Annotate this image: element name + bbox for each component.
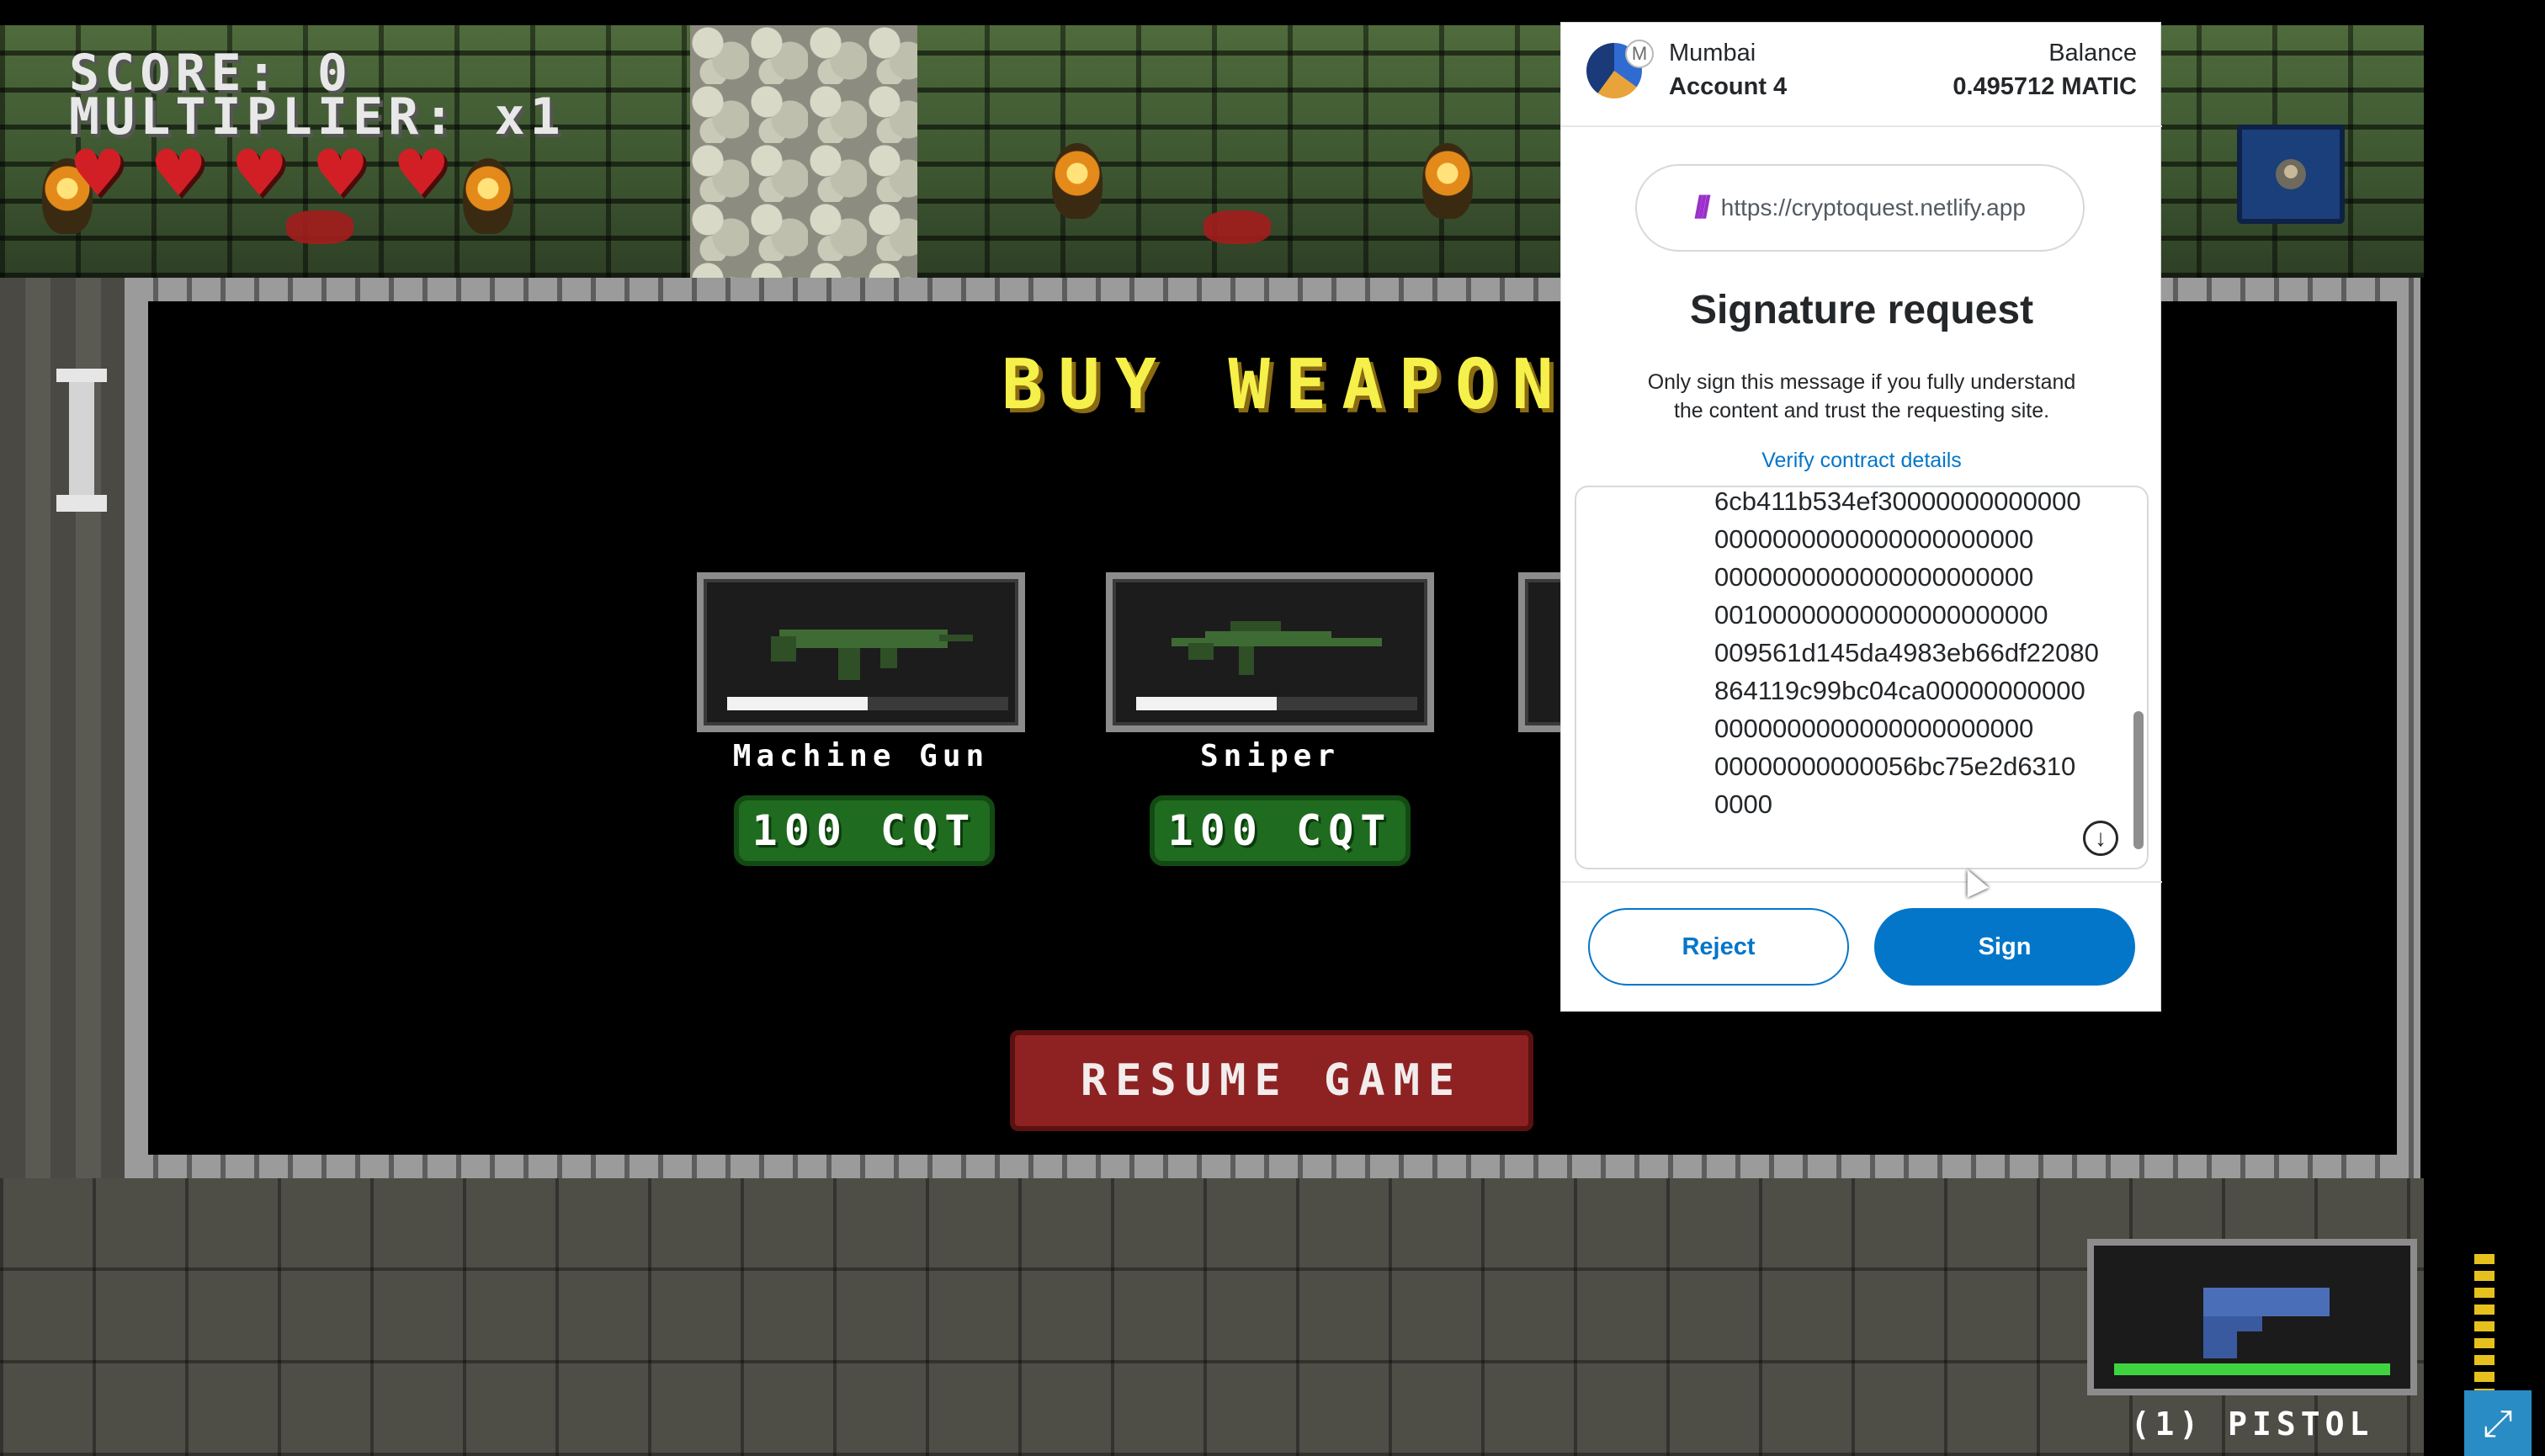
message-box[interactable]: 6cb411b534ef30000000000000 00000000000000… — [1575, 486, 2149, 869]
origin-url: https://cryptoquest.netlify.app — [1720, 194, 2026, 221]
verify-contract-link[interactable]: Verify contract details — [1561, 449, 2162, 473]
balance-label: Balance — [2048, 40, 2137, 66]
heart-icon: ♥ — [392, 136, 450, 210]
pillar-icon — [56, 369, 107, 512]
message-line: 0000 — [1714, 789, 1772, 819]
balance-value: 0.495712 MATIC — [1953, 73, 2137, 100]
ammo-bar-fill — [1136, 697, 1277, 710]
current-weapon-label: (1) PISTOL — [2130, 1406, 2374, 1443]
message-text: 6cb411b534ef30000000000000 00000000000000… — [1714, 486, 2135, 823]
weapon-card-machine-gun[interactable] — [697, 572, 1025, 732]
torch-icon — [463, 158, 513, 234]
arrow-down-icon[interactable]: ↓ — [2083, 821, 2118, 856]
heart-icon: ♥ — [69, 136, 127, 210]
health-hearts: ♥ ♥ ♥ ♥ ♥ — [69, 141, 450, 205]
footer-divider — [1561, 881, 2162, 883]
origin-pill: /// https://cryptoquest.netlify.app — [1635, 164, 2085, 252]
pistol-icon — [2203, 1288, 2330, 1358]
weapon-name: Sniper — [1199, 739, 1341, 773]
message-line: 00100000000000000000000 — [1714, 600, 2048, 630]
map-icon[interactable] — [2237, 125, 2345, 224]
sign-button[interactable]: Sign — [1874, 908, 2135, 986]
network-name: Mumbai — [1669, 40, 1756, 66]
heart-icon: ♥ — [231, 136, 289, 210]
fullscreen-icon[interactable]: ⤢ — [2464, 1390, 2532, 1456]
message-line: 6cb411b534ef30000000000000 — [1714, 486, 2081, 516]
dungeon-floor — [0, 1178, 2424, 1456]
message-line: 864119c99bc04ca00000000000 — [1714, 676, 2085, 705]
signature-warning: Only sign this message if you fully unde… — [1647, 370, 2076, 422]
ammo-bar — [1136, 697, 1417, 710]
weapon-name: Machine Gun — [732, 739, 990, 773]
wallet-header: M Mumbai Account 4 Balance 0.495712 MATI… — [1561, 23, 2162, 127]
resume-game-button[interactable]: RESUME GAME — [1010, 1030, 1533, 1131]
sniper-icon — [1172, 621, 1382, 675]
game-canvas[interactable]: BUY WEAPON Machine Gun 100 CQT Sniper 10… — [0, 0, 2545, 1456]
message-line: 00000000000056bc75e2d6310 — [1714, 752, 2076, 781]
current-weapon-slot — [2087, 1239, 2417, 1395]
torch-icon — [1052, 143, 1102, 219]
heart-icon: ♥ — [311, 136, 369, 210]
account-name: Account 4 — [1669, 73, 1788, 100]
site-logo-icon: /// — [1694, 189, 1711, 226]
network-badge: M — [1625, 40, 1654, 68]
reject-button[interactable]: Reject — [1588, 908, 1849, 986]
weapon-health-bar — [2114, 1363, 2390, 1375]
blood-splatter — [1203, 210, 1271, 244]
ammo-bar-fill — [727, 697, 868, 710]
blood-splatter — [286, 210, 353, 244]
weapon-card-sniper[interactable] — [1106, 572, 1434, 732]
buy-sniper-button[interactable]: 100 CQT — [1150, 795, 1411, 866]
signature-request-dialog: M Mumbai Account 4 Balance 0.495712 MATI… — [1560, 22, 2162, 1012]
shop-title: BUY WEAPON — [1002, 345, 1569, 425]
message-line: 0000000000000000000000 — [1714, 714, 2034, 743]
buy-machine-gun-button[interactable]: 100 CQT — [734, 795, 995, 866]
stone-column — [690, 25, 917, 278]
machine-gun-icon — [771, 630, 973, 680]
message-line: 0000000000000000000000 — [1714, 562, 2034, 592]
ammo-bar — [727, 697, 1008, 710]
heart-icon: ♥ — [150, 136, 208, 210]
message-scrollbar[interactable] — [2133, 711, 2144, 849]
torch-icon — [1422, 143, 1473, 219]
message-line: 0000000000000000000000 — [1714, 524, 2034, 554]
signature-title: Signature request — [1689, 288, 2034, 332]
message-line: 009561d145da4983eb66df22080 — [1714, 638, 2099, 667]
